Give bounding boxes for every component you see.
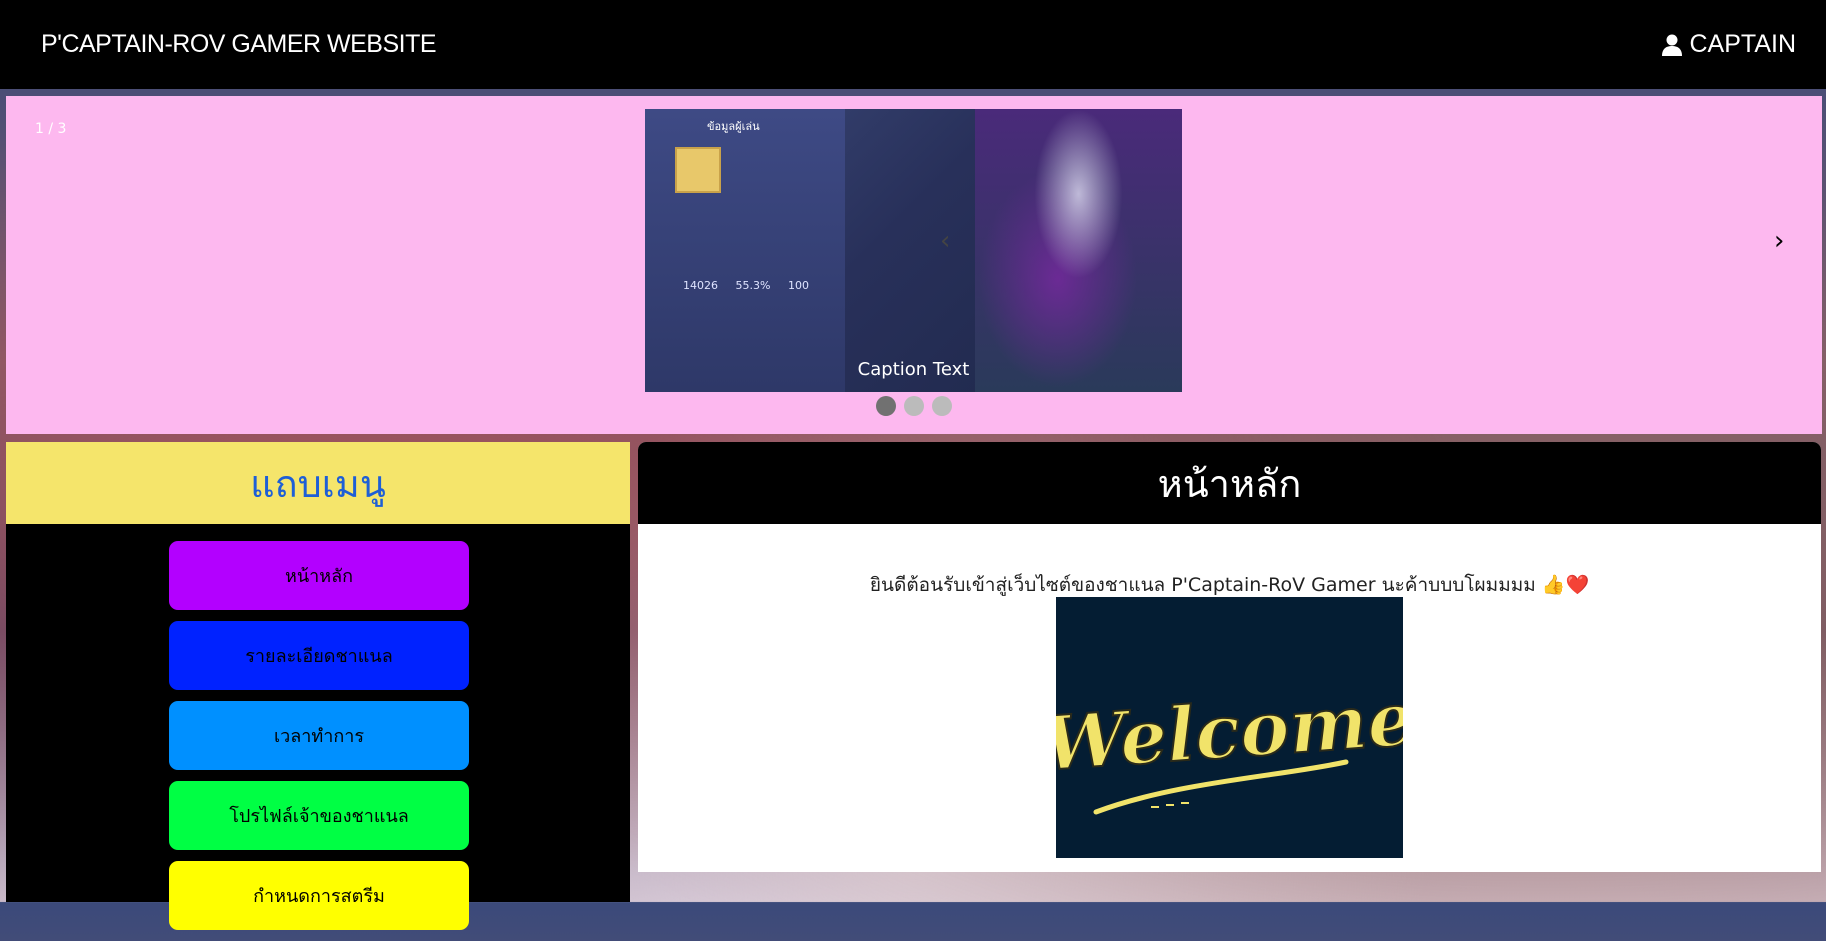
welcome-lettering: Welcome <box>1056 676 1403 788</box>
stat-winrate: 55.3% <box>735 279 771 292</box>
main-content: หน้าหลัก ยินดีต้อนรับเข้าสู่เว็บไซต์ของช… <box>638 442 1821 872</box>
menu-item-owner-profile[interactable]: โปรไฟล์เจ้าของชาแนล <box>169 781 469 850</box>
hero-artwork <box>975 109 1182 392</box>
slideshow: 1 / 3 ข้อมูลผู้เล่น 14026 55.3% 100 Capt… <box>6 96 1822 434</box>
next-slide-button[interactable]: › <box>1774 226 1784 256</box>
slide-dot-3[interactable] <box>932 396 952 416</box>
menu-item-home[interactable]: หน้าหลัก <box>169 541 469 610</box>
menu-item-channel-details[interactable]: รายละเอียดชาแนล <box>169 621 469 690</box>
player-profile-panel: ข้อมูลผู้เล่น <box>645 109 845 392</box>
welcome-graphic: Welcome <box>1039 675 1418 815</box>
menu-item-working-hours[interactable]: เวลาทำการ <box>169 701 469 770</box>
user-name: CAPTAIN <box>1689 30 1797 58</box>
player-panel-title: ข้อมูลผู้เล่น <box>707 120 760 133</box>
top-navbar: P'CAPTAIN-ROV GAMER WEBSITE CAPTAIN <box>0 0 1826 89</box>
site-title[interactable]: P'CAPTAIN-ROV GAMER WEBSITE <box>41 30 437 59</box>
stat-credit: 100 <box>787 279 809 292</box>
slide-dots <box>6 396 1822 416</box>
menu-item-stream-schedule[interactable]: กำหนดการสตรีม <box>169 861 469 930</box>
sidebar-title: แถบเมนู <box>6 442 630 524</box>
welcome-image: Welcome <box>1039 597 1418 858</box>
stat-matches: 14026 <box>683 279 718 292</box>
welcome-message: ยินดีต้อนรับเข้าสู่เว็บไซต์ของชาแนล P'Ca… <box>869 574 1590 596</box>
prev-slide-button[interactable]: ‹ <box>940 226 950 256</box>
sidebar-menu: แถบเมนู หน้าหลัก รายละเอียดชาแนล เวลาทำก… <box>6 442 630 930</box>
slide-dot-1[interactable] <box>876 396 896 416</box>
page-title: หน้าหลัก <box>638 442 1821 524</box>
slide-dot-2[interactable] <box>904 396 924 416</box>
slide-caption: Caption Text <box>857 359 970 380</box>
slide-image: ข้อมูลผู้เล่น 14026 55.3% 100 Caption Te… <box>645 109 1182 392</box>
menu-list: หน้าหลัก รายละเอียดชาแนล เวลาทำการ โปรไฟ… <box>169 541 469 941</box>
player-stats: 14026 55.3% 100 <box>683 279 823 292</box>
player-avatar <box>675 147 721 193</box>
user-account-link[interactable]: CAPTAIN <box>1661 30 1797 59</box>
slide-counter: 1 / 3 <box>35 121 67 137</box>
user-icon <box>1661 34 1682 56</box>
